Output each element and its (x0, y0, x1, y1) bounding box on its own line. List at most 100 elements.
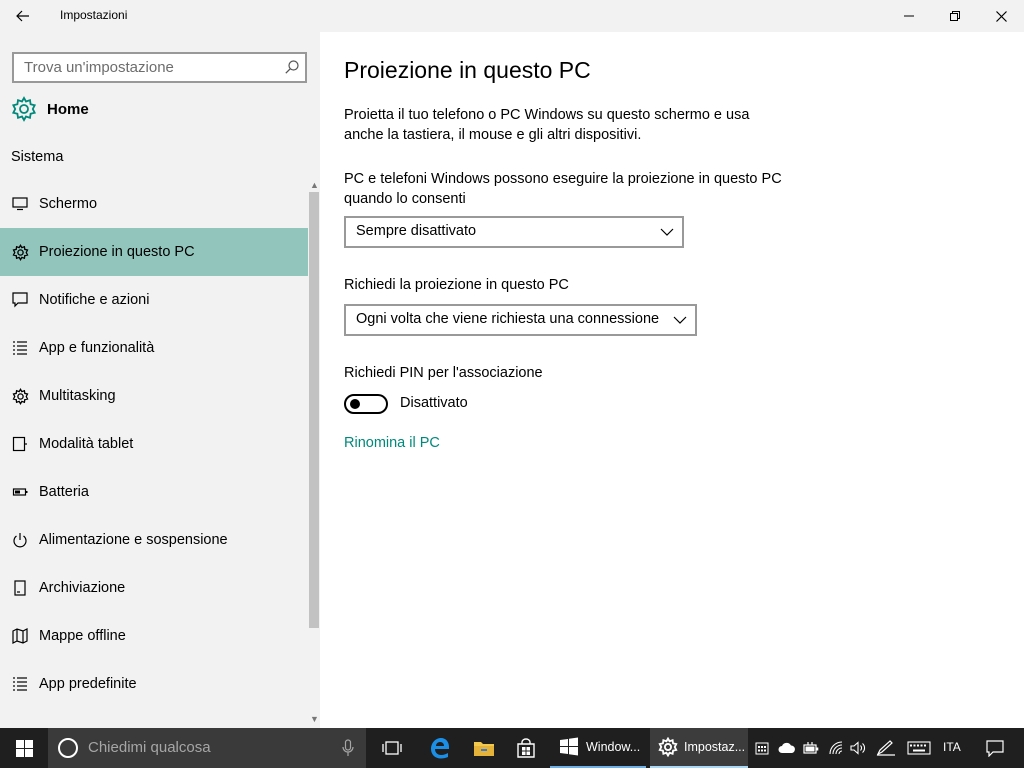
tray-onedrive-button[interactable] (776, 728, 798, 768)
rename-pc-link[interactable]: Rinomina il PC (344, 435, 440, 451)
main-content: Proiezione in questo PC Proietta il tuo … (320, 32, 1024, 728)
taskbar-app-label: Window... (586, 740, 641, 754)
back-button[interactable] (0, 0, 46, 32)
search-input[interactable]: Trova un'impostazione (24, 59, 174, 76)
request-projection-label: Richiedi la proiezione in questo PC (344, 277, 569, 293)
projection-permission-label: PC e telefoni Windows possono eseguire l… (344, 171, 782, 207)
home-label: Home (47, 100, 89, 118)
pen-icon (876, 740, 895, 756)
sidebar: Trova un'impostazione Home Sistema Scher… (0, 32, 320, 728)
minimize-icon (904, 15, 914, 17)
list-icon (11, 675, 29, 693)
section-title: Sistema (11, 149, 64, 165)
battery-plug-icon (803, 742, 819, 754)
edge-button[interactable] (419, 728, 461, 768)
monitor-icon (11, 195, 29, 213)
sidebar-item-app-predefinite[interactable]: App predefinite (0, 660, 308, 708)
windows-logo-icon (15, 739, 33, 757)
close-icon (995, 10, 1007, 22)
pin-toggle-switch[interactable] (344, 394, 388, 414)
window-title: Impostazioni (60, 8, 128, 22)
tray-pen-button[interactable] (874, 728, 898, 768)
sidebar-item-alimentazione[interactable]: Alimentazione e sospensione (0, 516, 308, 564)
tray-calendar-button[interactable] (752, 728, 772, 768)
sidebar-item-modalita-tablet[interactable]: Modalità tablet (0, 420, 308, 468)
start-button[interactable] (0, 728, 48, 768)
microphone-icon[interactable] (342, 739, 354, 757)
storage-icon (11, 579, 29, 597)
pin-pairing-label: Richiedi PIN per l'associazione (344, 365, 543, 381)
gear-icon (658, 737, 678, 757)
scroll-up-arrow-icon[interactable]: ▲ (310, 180, 319, 190)
sidebar-item-notifiche[interactable]: Notifiche e azioni (0, 276, 308, 324)
sidebar-item-label: App predefinite (39, 676, 137, 692)
tray-volume-button[interactable] (848, 728, 870, 768)
task-view-button[interactable] (371, 728, 413, 768)
sidebar-item-archiviazione[interactable]: Archiviazione (0, 564, 308, 612)
scroll-down-arrow-icon[interactable]: ▼ (310, 714, 319, 724)
search-icon[interactable] (285, 60, 299, 74)
taskbar-app-label: Impostaz... (684, 740, 746, 754)
sidebar-item-label: Mappe offline (39, 628, 126, 644)
chevron-down-icon (660, 228, 674, 236)
dropdown-value: Ogni volta che viene richiesta una conne… (356, 311, 660, 327)
sidebar-item-label: App e funzionalità (39, 340, 155, 356)
toggle-knob (350, 399, 360, 409)
sidebar-item-label: Multitasking (39, 388, 116, 404)
sidebar-item-label: Proiezione in questo PC (39, 244, 195, 260)
back-arrow-icon (16, 10, 29, 22)
scrollbar-thumb[interactable] (309, 192, 319, 628)
sidebar-item-label: Batteria (39, 484, 89, 500)
restore-button[interactable] (932, 0, 978, 32)
wifi-icon (829, 741, 843, 755)
edge-icon (431, 738, 449, 759)
sidebar-item-label: Modalità tablet (39, 436, 134, 452)
sidebar-item-proiezione[interactable]: Proiezione in questo PC (0, 228, 308, 276)
gear-icon (11, 243, 29, 261)
cortana-search-box[interactable]: Chiedimi qualcosa (48, 728, 366, 768)
settings-window: Impostazioni Trova un'impostazione Home (0, 0, 1024, 728)
restore-icon (950, 11, 960, 21)
chevron-down-icon (673, 316, 687, 324)
file-explorer-button[interactable] (463, 728, 505, 768)
minimize-button[interactable] (886, 0, 932, 32)
dropdown-value: Sempre disattivato (356, 223, 477, 239)
settings-search-box[interactable]: Trova un'impostazione (12, 52, 307, 83)
request-projection-dropdown[interactable]: Ogni volta che viene richiesta una conne… (344, 304, 697, 336)
map-icon (11, 627, 29, 645)
taskbar: Chiedimi qualcosa Window... Impostaz... (0, 728, 1024, 768)
cloud-icon (778, 742, 795, 753)
list-icon (11, 339, 29, 357)
cortana-icon (58, 738, 78, 758)
taskbar-app-windows[interactable]: Window... (550, 728, 646, 768)
action-center-button[interactable] (976, 728, 1014, 768)
store-button[interactable] (505, 728, 547, 768)
language-indicator[interactable]: ITA (943, 740, 961, 754)
speaker-icon (850, 741, 865, 755)
task-view-icon (382, 741, 402, 755)
tray-wifi-button[interactable] (826, 728, 848, 768)
cortana-search-input[interactable]: Chiedimi qualcosa (88, 739, 211, 756)
sidebar-item-schermo[interactable]: Schermo (0, 180, 308, 228)
store-bag-icon (517, 738, 535, 758)
sidebar-item-app-funzionalita[interactable]: App e funzionalità (0, 324, 308, 372)
keyboard-icon (907, 741, 931, 755)
sidebar-item-multitasking[interactable]: Multitasking (0, 372, 308, 420)
notification-icon (986, 739, 1004, 757)
window-icon (560, 737, 578, 756)
sidebar-item-batteria[interactable]: Batteria (0, 468, 308, 516)
projection-permission-dropdown[interactable]: Sempre disattivato (344, 216, 684, 248)
tray-keyboard-button[interactable] (904, 728, 934, 768)
pin-toggle-state: Disattivato (400, 395, 468, 411)
taskbar-app-impostazioni[interactable]: Impostaz... (650, 728, 748, 768)
sidebar-item-mappe-offline[interactable]: Mappe offline (0, 612, 308, 660)
tray-battery-button[interactable] (800, 728, 822, 768)
sidebar-item-label: Archiviazione (39, 580, 126, 596)
close-button[interactable] (978, 0, 1024, 32)
title-bar: Impostazioni (0, 0, 1024, 32)
folder-icon (474, 742, 494, 756)
sidebar-item-label: Alimentazione e sospensione (39, 532, 228, 548)
home-link[interactable]: Home (11, 96, 89, 122)
chat-bubble-icon (11, 291, 29, 309)
tablet-icon (11, 435, 29, 453)
